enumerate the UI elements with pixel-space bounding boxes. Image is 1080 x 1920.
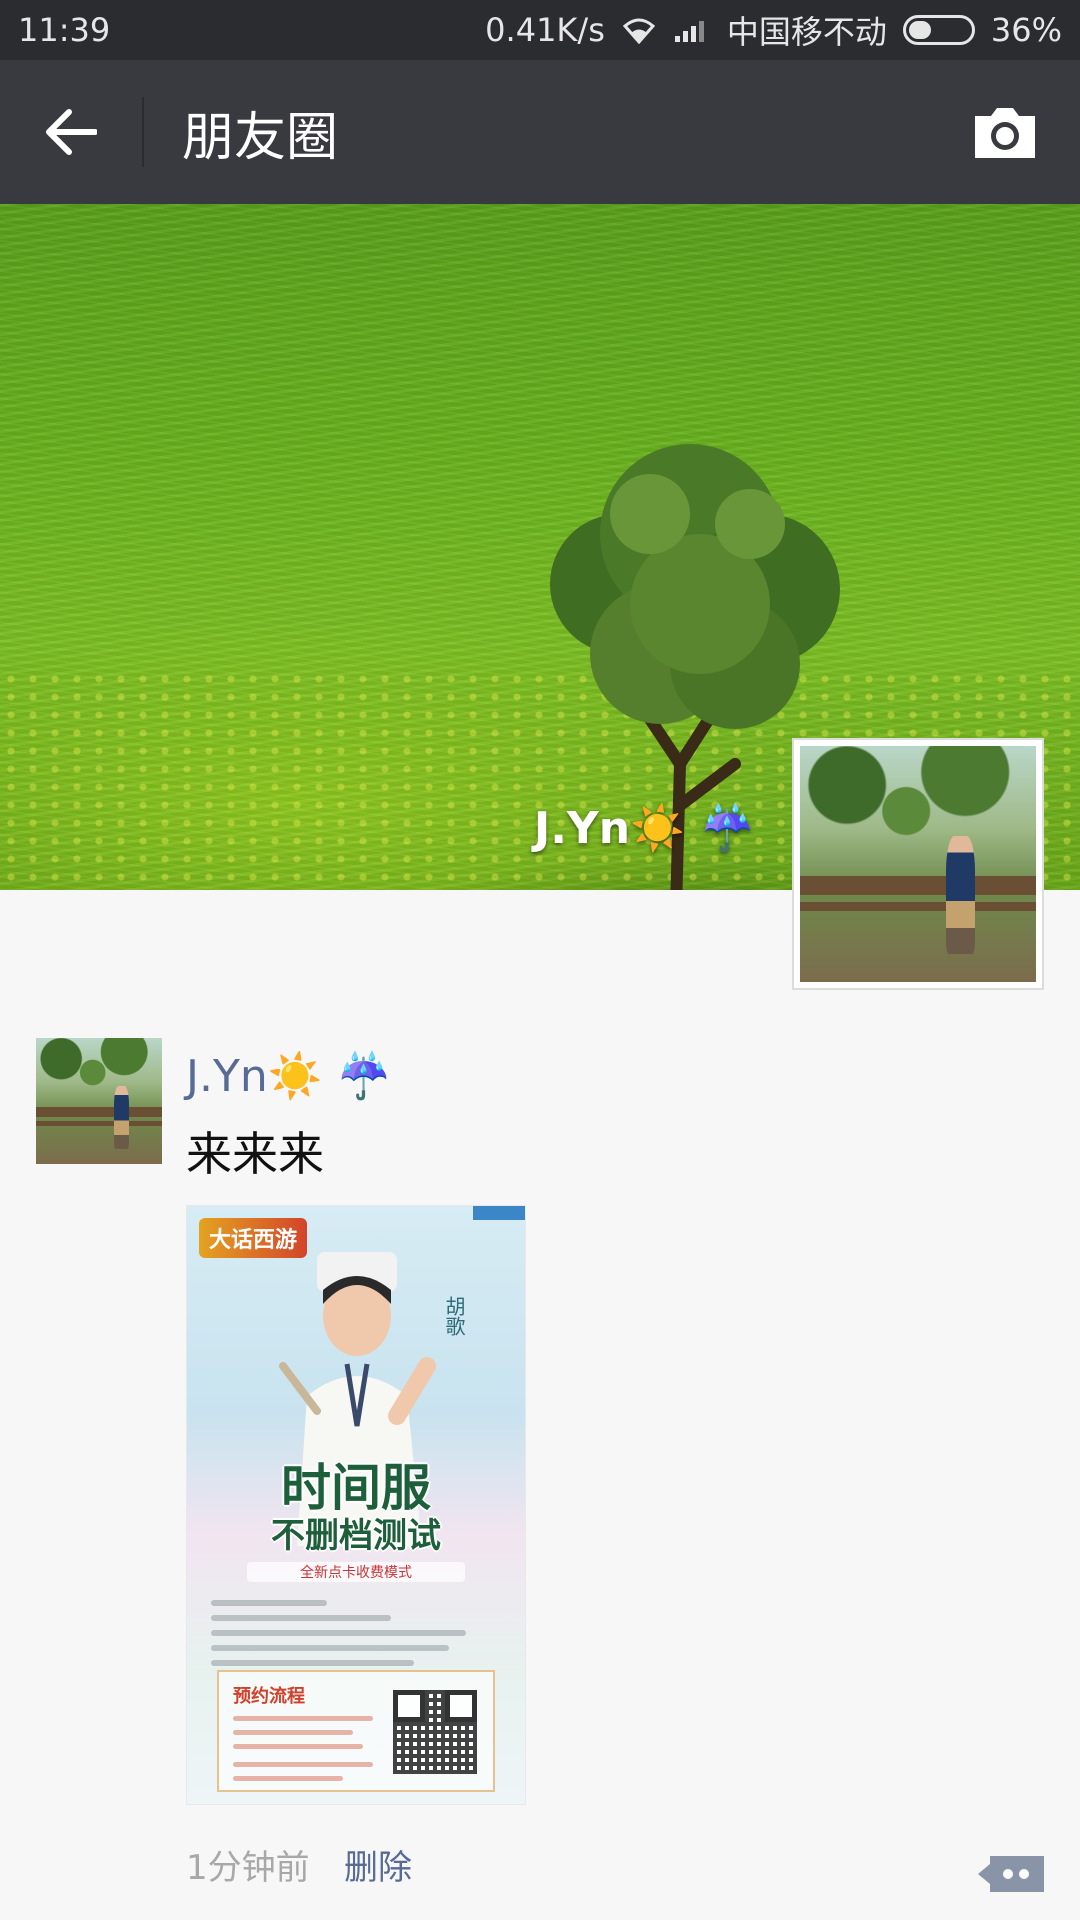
carrier-name: 中国移不动 <box>726 13 887 51</box>
photo-canopy <box>800 746 1036 876</box>
title-separator <box>142 97 144 167</box>
poster-box-title: 预约流程 <box>233 1686 305 1707</box>
box-line <box>233 1730 353 1735</box>
battery-percent: 36% <box>990 11 1062 49</box>
poster-info-lines <box>211 1591 501 1675</box>
avatar-photo <box>800 746 1036 982</box>
battery-icon <box>902 15 975 45</box>
box-line <box>233 1776 343 1781</box>
delete-button[interactable]: 删除 <box>344 1840 412 1889</box>
post-image[interactable]: 大话西游 胡歌 时间服 不删档测试 全新点卡收费模式 预约流程 <box>186 1205 526 1805</box>
avatar-photo <box>36 1038 162 1164</box>
battery-fill <box>908 21 931 39</box>
photo-person <box>946 835 975 954</box>
wifi-icon <box>621 16 657 44</box>
back-arrow-icon <box>46 109 97 155</box>
poster-reservation-box: 预约流程 <box>217 1670 495 1792</box>
photo-railing-lower <box>800 901 1036 912</box>
post-avatar[interactable] <box>36 1038 162 1164</box>
box-line <box>233 1716 373 1721</box>
info-line <box>211 1615 391 1621</box>
poster-headline-secondary: 不删档测试 <box>271 1516 441 1556</box>
info-line <box>211 1660 414 1666</box>
photo-railing-lower <box>36 1121 162 1127</box>
signal-icon <box>673 16 711 44</box>
box-line <box>233 1762 373 1767</box>
back-button[interactable] <box>0 60 142 204</box>
poster-side-name: 胡歌 <box>442 1296 466 1336</box>
qr-code-icon <box>393 1690 477 1774</box>
title-bar: 朋友圈 <box>0 60 1080 204</box>
post-user-name[interactable]: J.Yn☀️ ☔️ <box>186 1050 391 1102</box>
info-line <box>211 1600 327 1606</box>
post-timestamp: 1分钟前 <box>186 1848 310 1888</box>
poster-tagline: 全新点卡收费模式 <box>247 1562 465 1582</box>
box-line <box>233 1744 363 1749</box>
info-line <box>211 1645 449 1651</box>
info-line <box>211 1630 467 1636</box>
post-text: 来来来 <box>186 1127 324 1181</box>
cover-user-name[interactable]: J.Yn☀️ ☔️ <box>534 802 755 854</box>
camera-button[interactable] <box>930 60 1080 204</box>
photo-railing <box>36 1107 162 1118</box>
poster-corner-badge <box>473 1206 525 1220</box>
photo-person <box>114 1085 130 1149</box>
camera-icon <box>975 108 1035 158</box>
status-right-group: 0.41K/s 中国移不动 36% <box>485 7 1062 53</box>
comment-button[interactable] <box>978 1852 1044 1896</box>
status-bar: 11:39 0.41K/s 中国移不动 36% <box>0 0 1080 60</box>
network-speed: 0.41K/s <box>485 11 605 49</box>
photo-railing <box>800 875 1036 895</box>
photo-canopy <box>36 1038 162 1108</box>
profile-avatar[interactable] <box>792 738 1044 990</box>
status-time: 11:39 <box>18 11 111 49</box>
page-title: 朋友圈 <box>182 107 339 168</box>
comment-more-icon <box>978 1856 1044 1892</box>
